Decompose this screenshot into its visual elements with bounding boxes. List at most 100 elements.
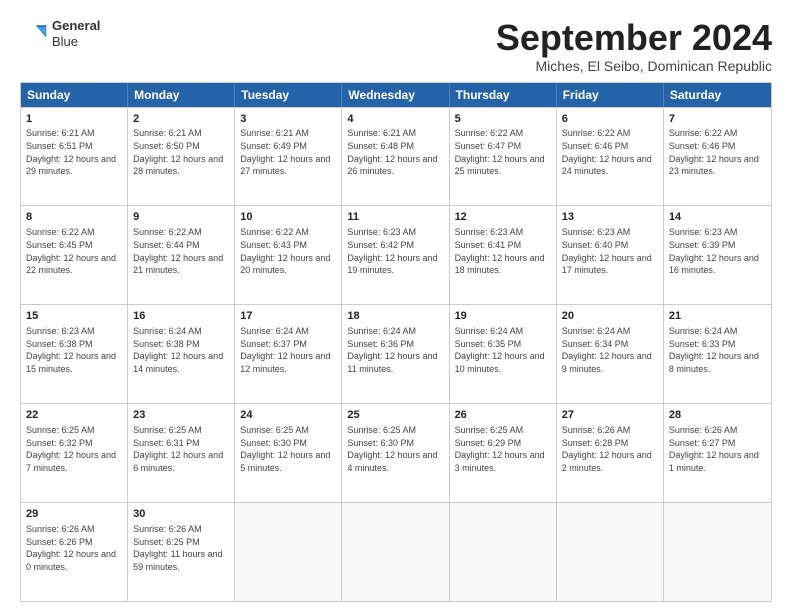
logo-line2: Blue xyxy=(52,34,100,50)
day-info: Sunrise: 6:25 AM Sunset: 6:29 PM Dayligh… xyxy=(455,424,551,474)
day-number: 11 xyxy=(347,210,443,225)
logo-icon xyxy=(20,20,48,48)
header-day-sunday: Sunday xyxy=(21,83,128,107)
day-number: 15 xyxy=(26,309,122,324)
logo-line1: General xyxy=(52,18,100,34)
day-info: Sunrise: 6:26 AM Sunset: 6:28 PM Dayligh… xyxy=(562,424,658,474)
cal-cell-r1c5: 13Sunrise: 6:23 AM Sunset: 6:40 PM Dayli… xyxy=(557,206,664,304)
day-info: Sunrise: 6:24 AM Sunset: 6:33 PM Dayligh… xyxy=(669,325,766,375)
day-number: 2 xyxy=(133,112,229,127)
day-info: Sunrise: 6:22 AM Sunset: 6:45 PM Dayligh… xyxy=(26,226,122,276)
day-number: 10 xyxy=(240,210,336,225)
day-info: Sunrise: 6:24 AM Sunset: 6:38 PM Dayligh… xyxy=(133,325,229,375)
day-info: Sunrise: 6:25 AM Sunset: 6:30 PM Dayligh… xyxy=(240,424,336,474)
cal-cell-r0c0: 1Sunrise: 6:21 AM Sunset: 6:51 PM Daylig… xyxy=(21,108,128,206)
cal-cell-r1c6: 14Sunrise: 6:23 AM Sunset: 6:39 PM Dayli… xyxy=(664,206,771,304)
day-number: 29 xyxy=(26,507,122,522)
cal-cell-r3c5: 27Sunrise: 6:26 AM Sunset: 6:28 PM Dayli… xyxy=(557,404,664,502)
cal-cell-r3c4: 26Sunrise: 6:25 AM Sunset: 6:29 PM Dayli… xyxy=(450,404,557,502)
header-day-wednesday: Wednesday xyxy=(342,83,449,107)
cal-cell-r2c1: 16Sunrise: 6:24 AM Sunset: 6:38 PM Dayli… xyxy=(128,305,235,403)
day-info: Sunrise: 6:26 AM Sunset: 6:25 PM Dayligh… xyxy=(133,523,229,573)
page-header: General Blue September 2024 Miches, El S… xyxy=(20,18,772,74)
day-info: Sunrise: 6:23 AM Sunset: 6:38 PM Dayligh… xyxy=(26,325,122,375)
day-info: Sunrise: 6:21 AM Sunset: 6:51 PM Dayligh… xyxy=(26,127,122,177)
cal-cell-r0c5: 6Sunrise: 6:22 AM Sunset: 6:46 PM Daylig… xyxy=(557,108,664,206)
cal-cell-r2c6: 21Sunrise: 6:24 AM Sunset: 6:33 PM Dayli… xyxy=(664,305,771,403)
cal-cell-r4c4 xyxy=(450,503,557,601)
day-number: 16 xyxy=(133,309,229,324)
cal-cell-r1c1: 9Sunrise: 6:22 AM Sunset: 6:44 PM Daylig… xyxy=(128,206,235,304)
logo-text: General Blue xyxy=(52,18,100,49)
day-info: Sunrise: 6:21 AM Sunset: 6:50 PM Dayligh… xyxy=(133,127,229,177)
day-info: Sunrise: 6:22 AM Sunset: 6:46 PM Dayligh… xyxy=(669,127,766,177)
calendar-page: General Blue September 2024 Miches, El S… xyxy=(0,0,792,612)
day-info: Sunrise: 6:21 AM Sunset: 6:48 PM Dayligh… xyxy=(347,127,443,177)
calendar: SundayMondayTuesdayWednesdayThursdayFrid… xyxy=(20,82,772,602)
day-info: Sunrise: 6:24 AM Sunset: 6:34 PM Dayligh… xyxy=(562,325,658,375)
day-number: 7 xyxy=(669,112,766,127)
day-info: Sunrise: 6:22 AM Sunset: 6:46 PM Dayligh… xyxy=(562,127,658,177)
cal-cell-r1c0: 8Sunrise: 6:22 AM Sunset: 6:45 PM Daylig… xyxy=(21,206,128,304)
header-day-monday: Monday xyxy=(128,83,235,107)
calendar-row-1: 8Sunrise: 6:22 AM Sunset: 6:45 PM Daylig… xyxy=(21,205,771,304)
day-number: 12 xyxy=(455,210,551,225)
cal-cell-r4c6 xyxy=(664,503,771,601)
day-number: 25 xyxy=(347,408,443,423)
day-number: 22 xyxy=(26,408,122,423)
cal-cell-r4c0: 29Sunrise: 6:26 AM Sunset: 6:26 PM Dayli… xyxy=(21,503,128,601)
calendar-body: 1Sunrise: 6:21 AM Sunset: 6:51 PM Daylig… xyxy=(21,107,771,601)
cal-cell-r3c6: 28Sunrise: 6:26 AM Sunset: 6:27 PM Dayli… xyxy=(664,404,771,502)
day-number: 18 xyxy=(347,309,443,324)
day-info: Sunrise: 6:26 AM Sunset: 6:27 PM Dayligh… xyxy=(669,424,766,474)
day-info: Sunrise: 6:26 AM Sunset: 6:26 PM Dayligh… xyxy=(26,523,122,573)
day-number: 23 xyxy=(133,408,229,423)
cal-cell-r2c4: 19Sunrise: 6:24 AM Sunset: 6:35 PM Dayli… xyxy=(450,305,557,403)
cal-cell-r1c4: 12Sunrise: 6:23 AM Sunset: 6:41 PM Dayli… xyxy=(450,206,557,304)
cal-cell-r4c3 xyxy=(342,503,449,601)
day-info: Sunrise: 6:21 AM Sunset: 6:49 PM Dayligh… xyxy=(240,127,336,177)
day-number: 3 xyxy=(240,112,336,127)
day-number: 9 xyxy=(133,210,229,225)
day-info: Sunrise: 6:23 AM Sunset: 6:40 PM Dayligh… xyxy=(562,226,658,276)
day-number: 13 xyxy=(562,210,658,225)
calendar-row-2: 15Sunrise: 6:23 AM Sunset: 6:38 PM Dayli… xyxy=(21,304,771,403)
day-info: Sunrise: 6:23 AM Sunset: 6:39 PM Dayligh… xyxy=(669,226,766,276)
month-title: September 2024 xyxy=(496,18,772,58)
cal-cell-r0c4: 5Sunrise: 6:22 AM Sunset: 6:47 PM Daylig… xyxy=(450,108,557,206)
title-block: September 2024 Miches, El Seibo, Dominic… xyxy=(496,18,772,74)
cal-cell-r0c1: 2Sunrise: 6:21 AM Sunset: 6:50 PM Daylig… xyxy=(128,108,235,206)
cal-cell-r2c2: 17Sunrise: 6:24 AM Sunset: 6:37 PM Dayli… xyxy=(235,305,342,403)
day-number: 24 xyxy=(240,408,336,423)
calendar-row-4: 29Sunrise: 6:26 AM Sunset: 6:26 PM Dayli… xyxy=(21,502,771,601)
day-info: Sunrise: 6:24 AM Sunset: 6:35 PM Dayligh… xyxy=(455,325,551,375)
cal-cell-r1c2: 10Sunrise: 6:22 AM Sunset: 6:43 PM Dayli… xyxy=(235,206,342,304)
day-number: 6 xyxy=(562,112,658,127)
logo: General Blue xyxy=(20,18,100,49)
day-info: Sunrise: 6:25 AM Sunset: 6:31 PM Dayligh… xyxy=(133,424,229,474)
cal-cell-r2c5: 20Sunrise: 6:24 AM Sunset: 6:34 PM Dayli… xyxy=(557,305,664,403)
cal-cell-r4c2 xyxy=(235,503,342,601)
cal-cell-r1c3: 11Sunrise: 6:23 AM Sunset: 6:42 PM Dayli… xyxy=(342,206,449,304)
cal-cell-r4c5 xyxy=(557,503,664,601)
day-info: Sunrise: 6:22 AM Sunset: 6:44 PM Dayligh… xyxy=(133,226,229,276)
cal-cell-r0c2: 3Sunrise: 6:21 AM Sunset: 6:49 PM Daylig… xyxy=(235,108,342,206)
cal-cell-r4c1: 30Sunrise: 6:26 AM Sunset: 6:25 PM Dayli… xyxy=(128,503,235,601)
cal-cell-r2c0: 15Sunrise: 6:23 AM Sunset: 6:38 PM Dayli… xyxy=(21,305,128,403)
day-number: 30 xyxy=(133,507,229,522)
day-number: 17 xyxy=(240,309,336,324)
day-number: 20 xyxy=(562,309,658,324)
header-day-friday: Friday xyxy=(557,83,664,107)
day-number: 28 xyxy=(669,408,766,423)
location-subtitle: Miches, El Seibo, Dominican Republic xyxy=(496,58,772,74)
cal-cell-r3c0: 22Sunrise: 6:25 AM Sunset: 6:32 PM Dayli… xyxy=(21,404,128,502)
day-info: Sunrise: 6:23 AM Sunset: 6:41 PM Dayligh… xyxy=(455,226,551,276)
calendar-header: SundayMondayTuesdayWednesdayThursdayFrid… xyxy=(21,83,771,107)
day-info: Sunrise: 6:23 AM Sunset: 6:42 PM Dayligh… xyxy=(347,226,443,276)
header-day-thursday: Thursday xyxy=(450,83,557,107)
day-number: 8 xyxy=(26,210,122,225)
cal-cell-r3c3: 25Sunrise: 6:25 AM Sunset: 6:30 PM Dayli… xyxy=(342,404,449,502)
day-info: Sunrise: 6:24 AM Sunset: 6:37 PM Dayligh… xyxy=(240,325,336,375)
header-day-saturday: Saturday xyxy=(664,83,771,107)
header-day-tuesday: Tuesday xyxy=(235,83,342,107)
